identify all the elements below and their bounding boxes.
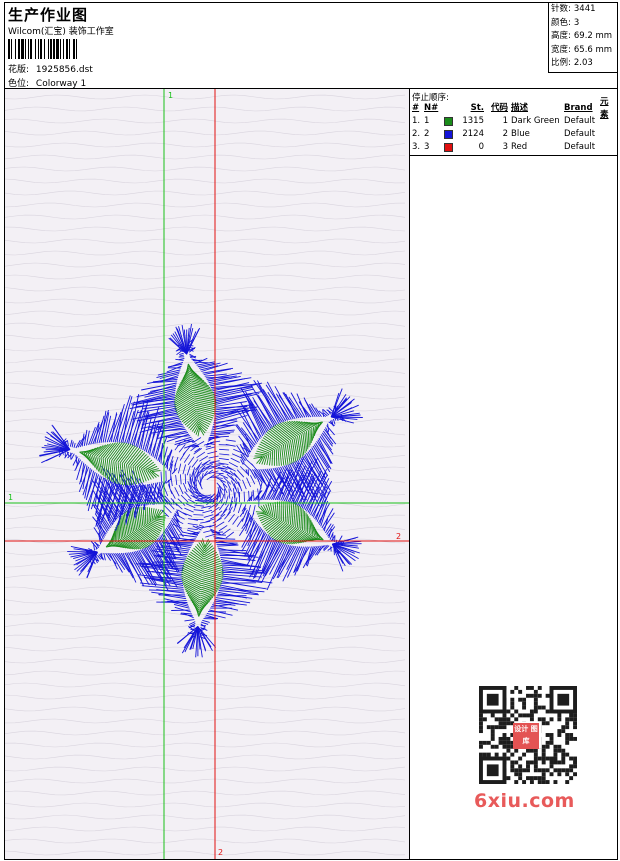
col-no: N# (424, 103, 439, 113)
design-value: 1925856.dst (35, 65, 93, 75)
colorway-label: 色位: (8, 79, 30, 89)
qr-code-watermark: 设计 图库 (470, 681, 586, 801)
colorway-value: Colorway 1 (35, 79, 87, 89)
col-brand: Brand (564, 103, 593, 113)
stop-sequence-title: 停止顺序: (412, 93, 449, 103)
design-label: 花版: (8, 65, 30, 75)
design-file: 花版: 1925856.dst (8, 62, 93, 75)
axis-label-red-v: 2 (218, 848, 223, 857)
col-element: 元素 (600, 96, 609, 120)
table-row: 3. 3 0 3 Red Default (412, 142, 596, 152)
sheet-title: 生产作业图 (8, 6, 89, 24)
site-watermark: 6xiu.com (474, 790, 575, 812)
thread-table: 停止顺序: # N# St. 代码 描述 Brand 元素 1. 1 1315 … (410, 89, 617, 156)
color-swatch (444, 130, 453, 139)
barcode (8, 39, 144, 59)
color-swatch (444, 117, 453, 126)
col-num: # (412, 103, 420, 113)
stats-box: 针数: 3441 颜色: 3 高度: 69.2 mm 宽度: 65.6 mm 比例: 2.… (548, 3, 617, 73)
table-row: 1. 1 1315 1 Dark Green Default (412, 116, 596, 126)
axis-label-green-v: 1 (168, 91, 173, 100)
col-desc: 描述 (511, 103, 529, 113)
sheet-header: 生产作业图 Wilcom(汇宝) 装饰工作室 花版: 1925856.dst 色… (5, 3, 617, 89)
table-row: 2. 2 2124 2 Blue Default (412, 129, 596, 139)
stat-stitches: 针数: 3441 (551, 4, 596, 14)
embroidery-preview: 1 1 2 2 (5, 89, 409, 859)
col-code: 代码 (490, 103, 508, 113)
thread-table-header: # N# St. 代码 描述 Brand 元素 (410, 97, 617, 120)
color-swatch (444, 143, 453, 152)
stat-colors: 颜色: 3 (551, 17, 580, 28)
axis-label-green-h: 1 (8, 493, 13, 502)
colorway: 色位: Colorway 1 (8, 76, 86, 89)
col-stitches: St. (470, 103, 484, 113)
company-name: Wilcom(汇宝) 装饰工作室 (8, 27, 114, 37)
stat-scale: 比例: 2.03 (551, 58, 593, 69)
qr-badge: 设计 图库 (513, 723, 539, 749)
stat-width: 宽度: 65.6 mm (551, 44, 613, 55)
design-canvas: 1 1 2 2 (5, 89, 410, 859)
axis-label-red-h: 2 (396, 532, 401, 541)
stat-height: 高度: 69.2 mm (551, 31, 613, 42)
